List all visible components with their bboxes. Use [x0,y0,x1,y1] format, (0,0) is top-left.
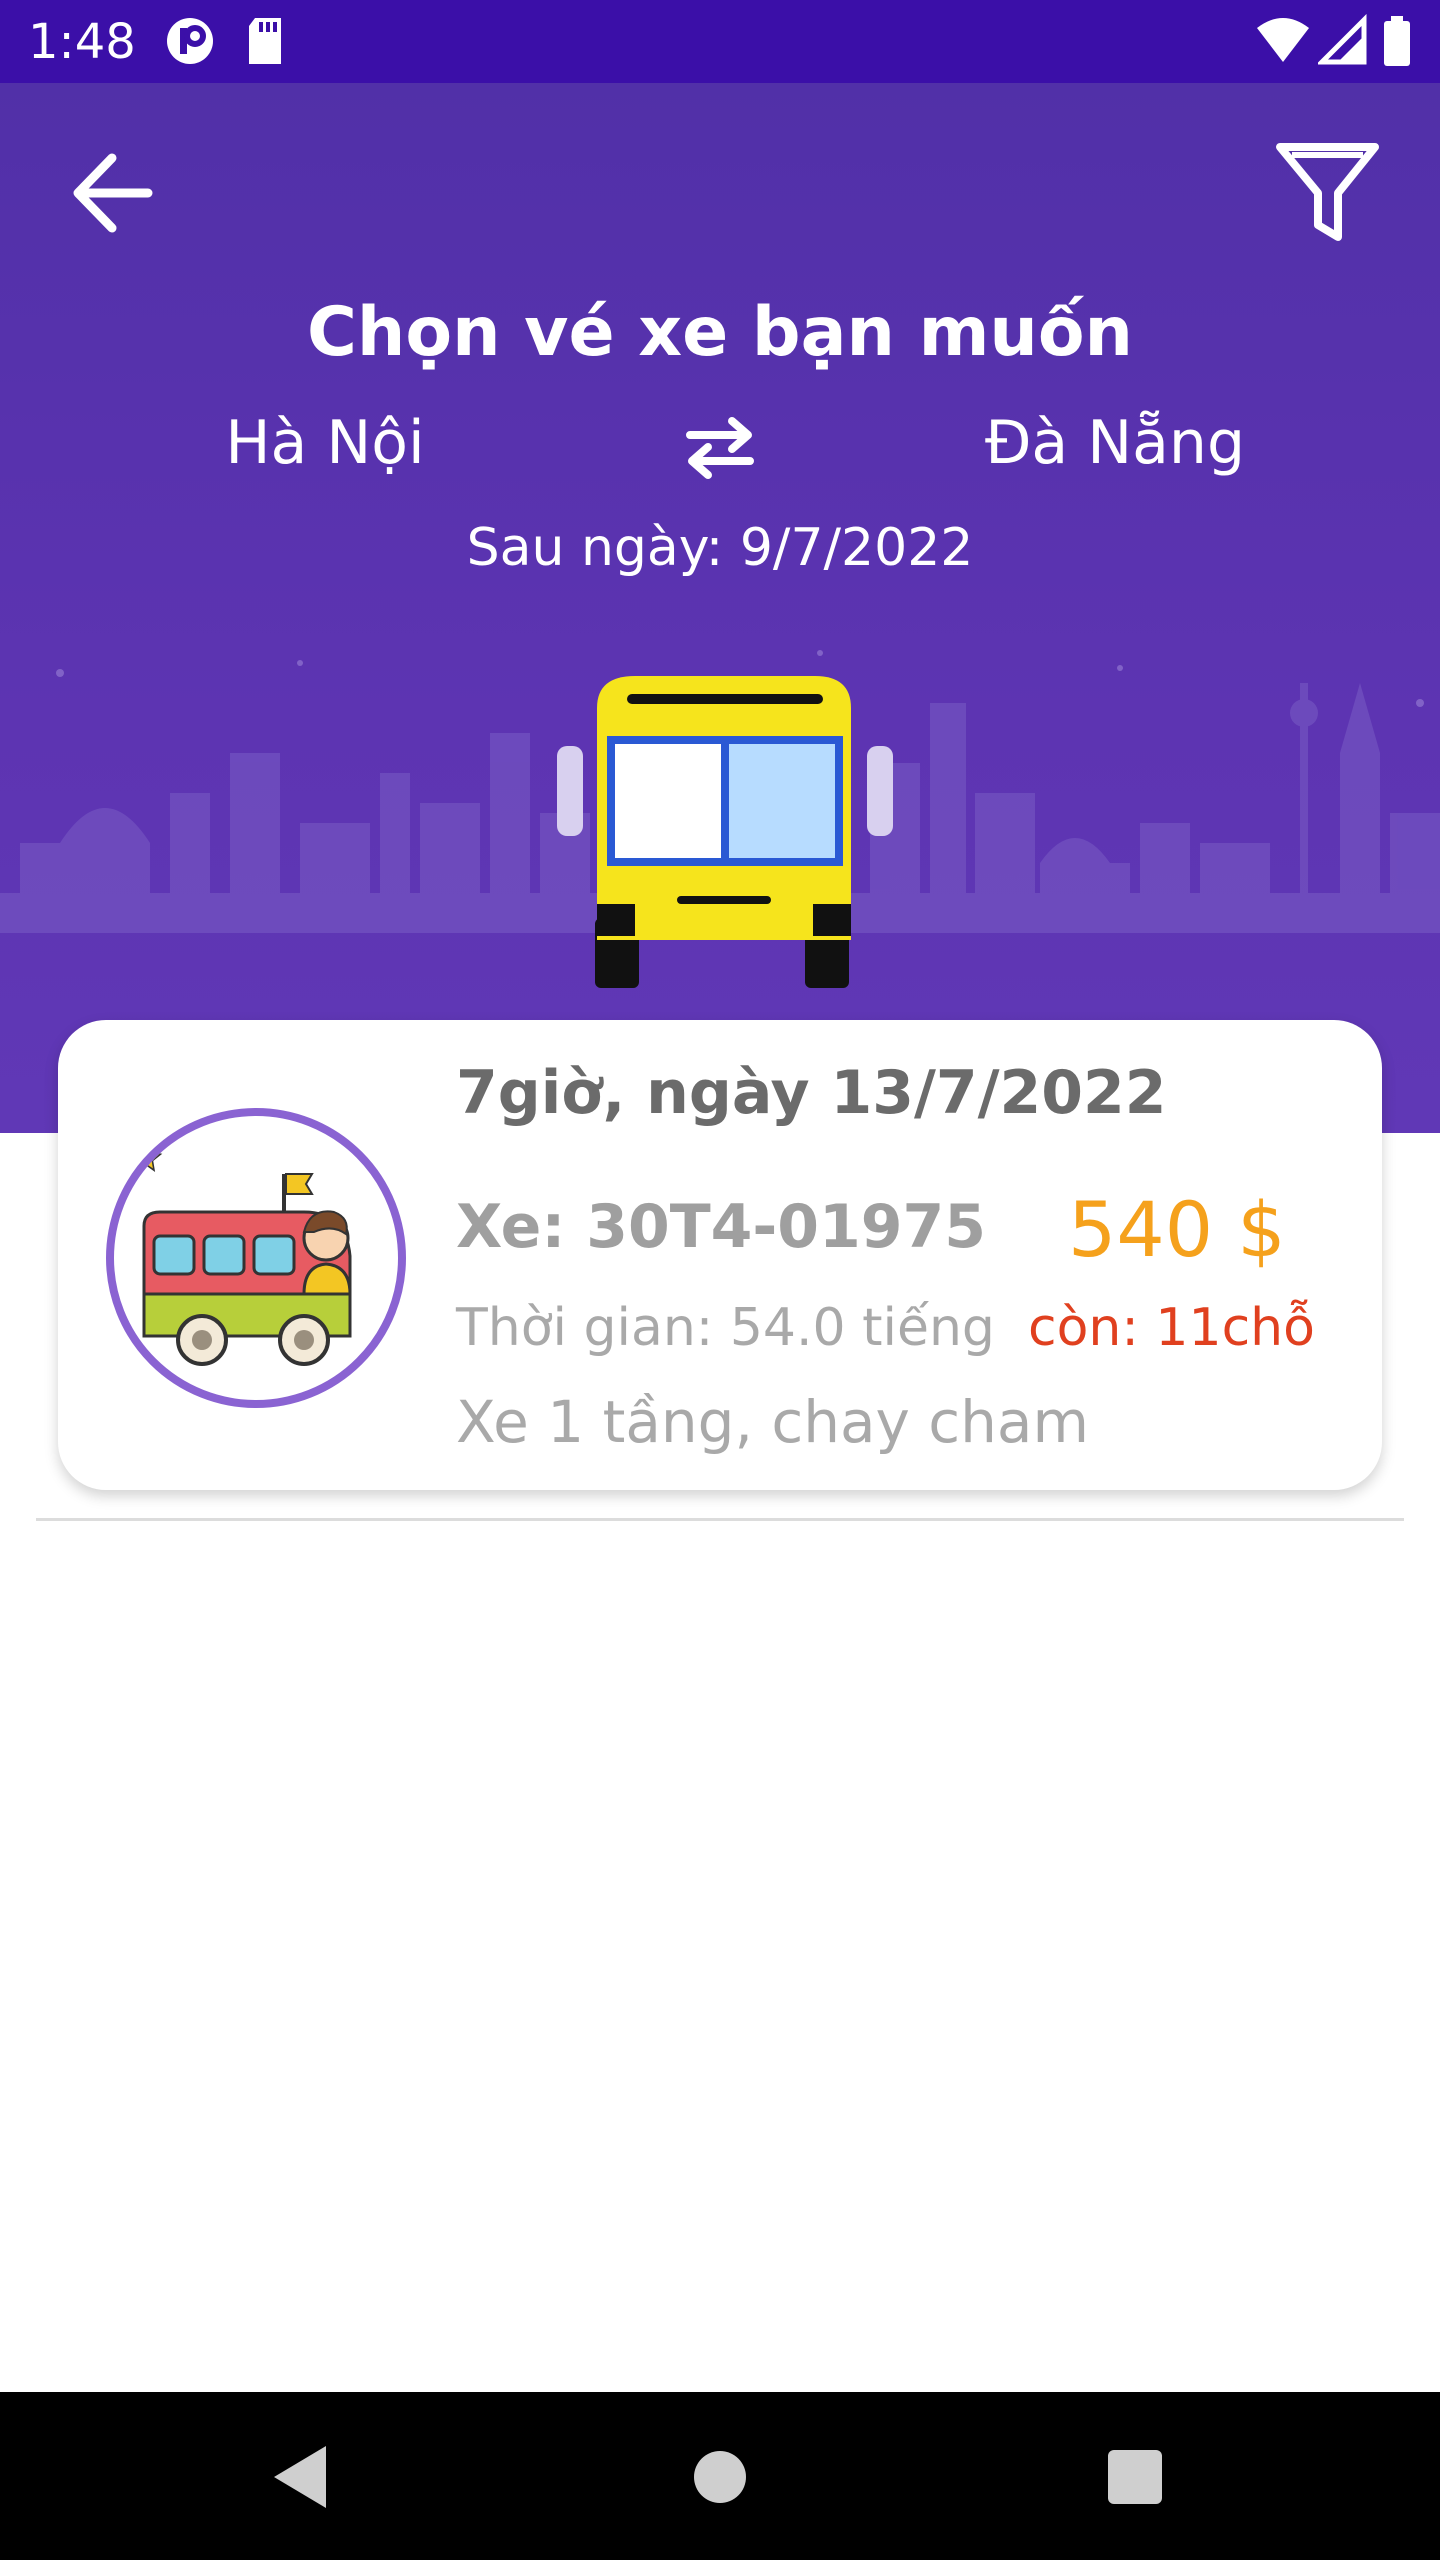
nav-recents-icon[interactable] [1090,2432,1180,2522]
bus-driver-icon [125,1141,352,1366]
battery-icon [1384,16,1410,66]
status-time: 1:48 [28,14,136,70]
page-title: Chọn vé xe bạn muốn [307,293,1133,372]
bus-plate: Xe: 30T4-01975 [456,1192,987,1262]
nav-back-icon[interactable] [256,2432,346,2522]
system-nav-bar [0,2392,1440,2560]
cell-signal-icon [1318,14,1367,65]
bus-driver-avatar [106,1108,406,1408]
seats-remaining: còn: 11chỗ [1028,1298,1315,1358]
nav-home-icon[interactable] [675,2432,765,2522]
sd-card-icon [249,18,281,64]
departure-date[interactable]: Sau ngày: 9/7/2022 [0,518,1440,578]
status-bar: 1:48 [0,0,1440,83]
list-divider [36,1518,1404,1521]
bus-illustration [557,676,893,988]
departure-city[interactable]: Hà Nội [160,408,490,478]
bus-description: Xe 1 tầng, chay cham [456,1388,1089,1456]
filter-icon[interactable] [1270,133,1385,248]
destination-city[interactable]: Đà Nẵng [950,408,1280,478]
app-notification-icon [167,18,213,64]
swap-icon[interactable] [680,413,760,483]
header-banner: Chọn vé xe bạn muốn Hà Nội Đà Nẵng Sau n… [0,83,1440,1133]
trip-duration: Thời gian: 54.0 tiếng [456,1298,995,1358]
wifi-icon [1257,18,1309,62]
departure-time: 7giờ, ngày 13/7/2022 [456,1058,1167,1128]
back-arrow-icon[interactable] [60,138,170,248]
ticket-price: 540 $ [1068,1185,1286,1274]
trip-card[interactable]: 7giờ, ngày 13/7/2022 Xe: 30T4-01975 540 … [58,1020,1382,1490]
